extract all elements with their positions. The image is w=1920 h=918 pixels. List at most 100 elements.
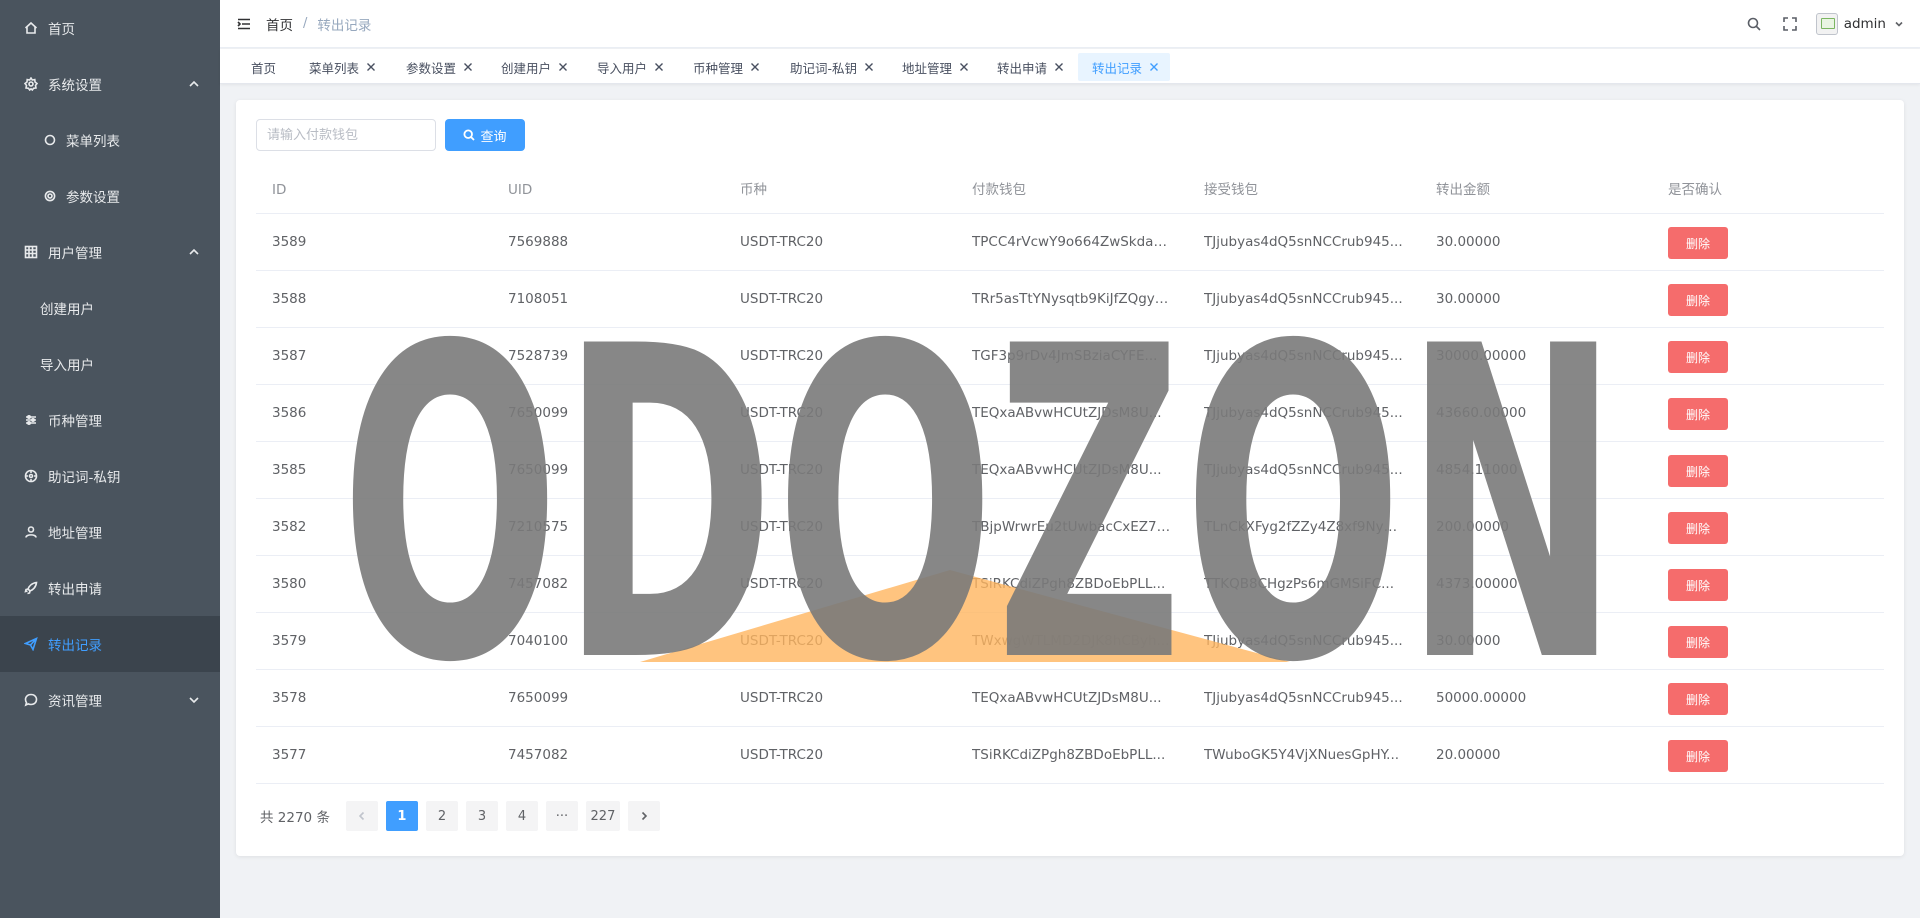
table-row: 3577 7457082 USDT-TRC20 TSiRKCdiZPgh8ZBDoEb… <box>256 727 1884 784</box>
sidebar-item-system-settings[interactable]: 系统设置 <box>0 56 220 112</box>
search-icon[interactable] <box>1746 16 1762 32</box>
close-icon[interactable] <box>1054 62 1064 72</box>
cell-coin: USDT-TRC20 <box>740 405 824 421</box>
delete-button[interactable]: 删除 <box>1668 569 1728 601</box>
delete-button[interactable]: 删除 <box>1668 341 1728 373</box>
caret-down-icon[interactable] <box>1894 19 1904 29</box>
circle-icon <box>44 134 56 146</box>
pagination-page[interactable]: 4 <box>505 801 538 831</box>
sidebar-item-withdraw-records[interactable]: 转出记录 <box>0 616 220 672</box>
close-icon[interactable] <box>558 62 568 72</box>
query-button[interactable]: 查询 <box>445 119 525 151</box>
pagination-page[interactable]: 1 <box>385 801 418 831</box>
close-icon[interactable] <box>1149 62 1159 72</box>
delete-button[interactable]: 删除 <box>1668 284 1728 316</box>
tab-mnemonic-key[interactable]: 助记词-私钥 <box>790 53 874 81</box>
tab-coin-management[interactable]: 币种管理 <box>693 53 760 81</box>
delete-button[interactable]: 删除 <box>1668 683 1728 715</box>
close-icon[interactable] <box>366 62 376 72</box>
delete-button[interactable]: 删除 <box>1668 227 1728 259</box>
search-input[interactable] <box>256 119 436 151</box>
cell-id: 3586 <box>272 405 307 421</box>
chevron-up-icon <box>188 246 200 258</box>
table-row: 3582 7210575 USDT-TRC20 TBjpWrwrEu2tUwbacCx… <box>256 499 1884 556</box>
sidebar-item-menu-list[interactable]: 菜单列表 <box>0 112 220 168</box>
home-icon <box>24 21 38 35</box>
pagination: 共 2270 条 1 2 3 4 ··· 227 <box>260 801 668 831</box>
rocket-icon <box>24 581 38 595</box>
cell-uid: 7650099 <box>508 462 569 478</box>
cell-uid: 7650099 <box>508 405 569 421</box>
tab-label: 菜单列表 <box>309 60 360 76</box>
pagination-more[interactable]: ··· <box>545 801 578 831</box>
tab-withdraw-records[interactable]: 转出记录 <box>1078 53 1170 81</box>
send-icon <box>24 637 38 651</box>
sidebar-item-param-settings[interactable]: 参数设置 <box>0 168 220 224</box>
pagination-prev-button[interactable] <box>345 801 378 831</box>
pagination-page[interactable]: 3 <box>465 801 498 831</box>
column-header-id: ID <box>272 182 287 198</box>
table-row: 3586 7650099 USDT-TRC20 TEQxaABvwHCUtZJDsM8… <box>256 385 1884 442</box>
pagination-total: 共 2270 条 <box>260 810 330 826</box>
cell-amount: 200.00000 <box>1436 519 1510 535</box>
sidebar-item-user-management[interactable]: 用户管理 <box>0 224 220 280</box>
tab-withdraw-request[interactable]: 转出申请 <box>997 53 1064 81</box>
sidebar-item-address-management[interactable]: 地址管理 <box>0 504 220 560</box>
sidebar-item-label: 参数设置 <box>66 190 120 206</box>
delete-button[interactable]: 删除 <box>1668 398 1728 430</box>
close-icon[interactable] <box>654 62 664 72</box>
content-card: 查询 ID UID 币种 付款钱包 接受钱包 转出金额 是否确认 3589 756… <box>236 100 1904 856</box>
cell-id: 3589 <box>272 234 307 250</box>
close-icon[interactable] <box>463 62 473 72</box>
pagination-page[interactable]: 227 <box>585 801 620 831</box>
sidebar-item-coin-management[interactable]: 币种管理 <box>0 392 220 448</box>
table-row: 3585 7650099 USDT-TRC20 TEQxaABvwHCUtZJDsM8… <box>256 442 1884 499</box>
fullscreen-icon[interactable] <box>1782 16 1798 32</box>
cell-uid: 7457082 <box>508 576 569 592</box>
delete-button[interactable]: 删除 <box>1668 512 1728 544</box>
pagination-page[interactable]: 2 <box>425 801 458 831</box>
cell-amount: 20.00000 <box>1436 747 1501 763</box>
sidebar-item-label: 菜单列表 <box>66 134 120 150</box>
tab-address-management[interactable]: 地址管理 <box>902 53 969 81</box>
avatar[interactable] <box>1815 13 1838 35</box>
cell-from-wallet: TBjpWrwrEu2tUwbacCxEZ7h... <box>972 519 1172 535</box>
sidebar-item-news-management[interactable]: 资讯管理 <box>0 672 220 728</box>
delete-button[interactable]: 删除 <box>1668 626 1728 658</box>
tab-create-user[interactable]: 创建用户 <box>501 53 568 81</box>
cell-coin: USDT-TRC20 <box>740 291 824 307</box>
hamburger-icon[interactable] <box>236 16 252 32</box>
tab-label: 地址管理 <box>902 60 953 76</box>
close-icon[interactable] <box>750 62 760 72</box>
cell-uid: 7108051 <box>508 291 569 307</box>
sidebar-item-label: 创建用户 <box>40 302 94 318</box>
delete-button[interactable]: 删除 <box>1668 455 1728 487</box>
tab-label: 转出记录 <box>1092 60 1143 76</box>
pagination-next-button[interactable] <box>627 801 660 831</box>
sidebar-item-label: 资讯管理 <box>48 694 102 710</box>
close-icon[interactable] <box>864 62 874 72</box>
tab-param-settings[interactable]: 参数设置 <box>406 53 473 81</box>
breadcrumb-home[interactable]: 首页 <box>266 14 293 34</box>
cell-to-wallet: TWuboGK5Y4VjXNuesGpHY... <box>1204 747 1400 763</box>
sidebar-item-label: 导入用户 <box>40 358 94 374</box>
sidebar-item-home[interactable]: 首页 <box>0 0 220 56</box>
chat-icon <box>24 693 38 707</box>
tab-import-user[interactable]: 导入用户 <box>597 53 664 81</box>
delete-button[interactable]: 删除 <box>1668 740 1728 772</box>
username[interactable]: admin <box>1844 16 1886 32</box>
sidebar-item-import-user[interactable]: 导入用户 <box>0 336 220 392</box>
column-header-from-wallet: 付款钱包 <box>972 182 1026 198</box>
close-icon[interactable] <box>959 62 969 72</box>
cell-to-wallet: TJjubyas4dQ5snNCCrub945... <box>1204 633 1403 649</box>
cell-to-wallet: TJjubyas4dQ5snNCCrub945... <box>1204 234 1403 250</box>
tab-menu-list[interactable]: 菜单列表 <box>309 53 376 81</box>
cell-from-wallet: TEQxaABvwHCUtZJDsM8U... <box>972 690 1162 706</box>
sidebar-item-create-user[interactable]: 创建用户 <box>0 280 220 336</box>
cell-from-wallet: TWxwgWTLMD2DJK8hCByh... <box>972 633 1170 649</box>
sidebar-item-mnemonic-key[interactable]: 助记词-私钥 <box>0 448 220 504</box>
tab-home[interactable]: 首页 <box>251 53 276 81</box>
chevron-down-icon <box>188 694 200 706</box>
sidebar-item-withdraw-request[interactable]: 转出申请 <box>0 560 220 616</box>
cell-to-wallet: TJjubyas4dQ5snNCCrub945... <box>1204 690 1403 706</box>
